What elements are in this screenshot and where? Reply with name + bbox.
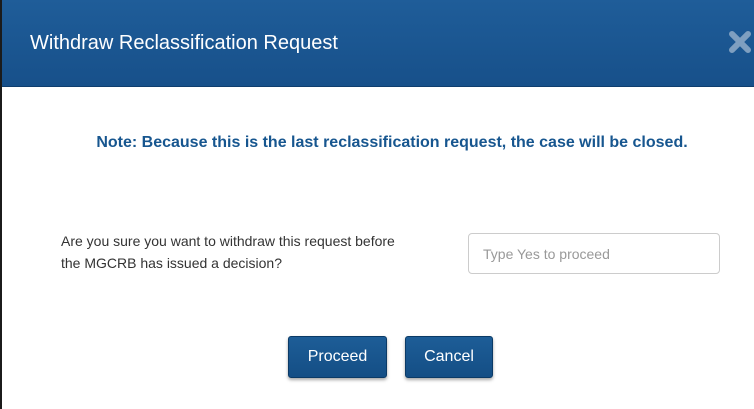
close-x-icon bbox=[729, 31, 751, 53]
dialog-title: Withdraw Reclassification Request bbox=[30, 32, 338, 54]
confirm-yes-input[interactable] bbox=[468, 233, 720, 274]
close-button[interactable] bbox=[726, 29, 754, 55]
withdraw-dialog: Withdraw Reclassification Request Note: … bbox=[0, 0, 754, 409]
cancel-button[interactable]: Cancel bbox=[405, 336, 493, 378]
closing-note: Note: Because this is the last reclassif… bbox=[96, 134, 688, 151]
confirm-question: Are you sure you want to withdraw this r… bbox=[61, 233, 395, 271]
dialog-header: Withdraw Reclassification Request bbox=[2, 0, 754, 87]
proceed-button[interactable]: Proceed bbox=[288, 336, 387, 378]
